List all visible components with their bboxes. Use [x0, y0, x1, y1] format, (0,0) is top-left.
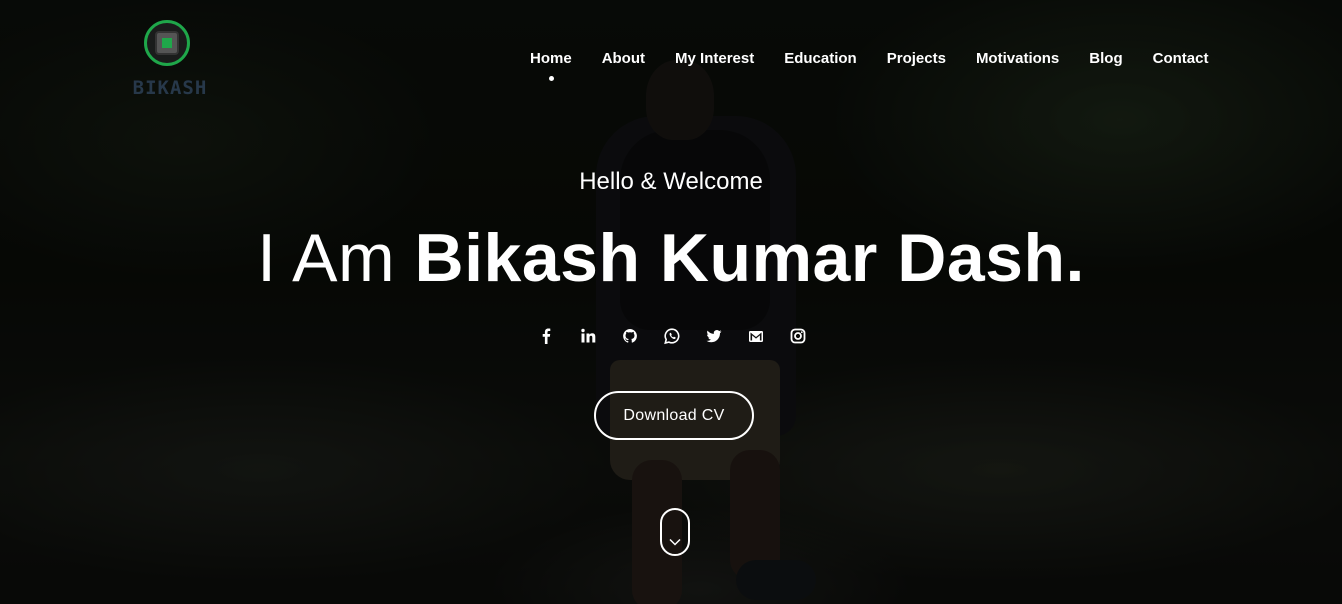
hero-headline: I Am Bikash Kumar Dash.	[0, 218, 1342, 298]
github-icon[interactable]	[622, 326, 638, 346]
facebook-icon[interactable]	[538, 326, 554, 346]
main-nav: Home About My Interest Education Project…	[530, 50, 1209, 81]
chevron-down-icon	[669, 538, 681, 546]
nav-item-about[interactable]: About	[602, 50, 645, 67]
headline-prefix: I Am	[257, 220, 396, 296]
nav-item-contact[interactable]: Contact	[1153, 50, 1209, 67]
headline-name: Bikash Kumar Dash.	[414, 220, 1085, 296]
twitter-icon[interactable]	[706, 326, 722, 346]
hero-greeting: Hello & Welcome	[579, 168, 763, 195]
whatsapp-icon[interactable]	[664, 326, 680, 346]
social-links	[538, 326, 806, 346]
nav-item-projects[interactable]: Projects	[887, 50, 946, 67]
scroll-down-button[interactable]	[660, 508, 690, 556]
linkedin-icon[interactable]	[580, 326, 596, 346]
nav-item-home[interactable]: Home	[530, 50, 572, 81]
nav-item-blog[interactable]: Blog	[1089, 50, 1122, 67]
gmail-icon[interactable]	[748, 326, 764, 346]
nav-item-education[interactable]: Education	[784, 50, 857, 67]
instagram-icon[interactable]	[790, 326, 806, 346]
chip-logo-icon	[144, 20, 190, 66]
nav-item-motivations[interactable]: Motivations	[976, 50, 1059, 67]
site-logo[interactable]: BIKASH	[122, 20, 218, 100]
download-cv-button[interactable]: Download CV	[594, 391, 754, 440]
nav-item-my-interest[interactable]: My Interest	[675, 50, 754, 67]
logo-wordmark: BIKASH	[132, 77, 208, 99]
